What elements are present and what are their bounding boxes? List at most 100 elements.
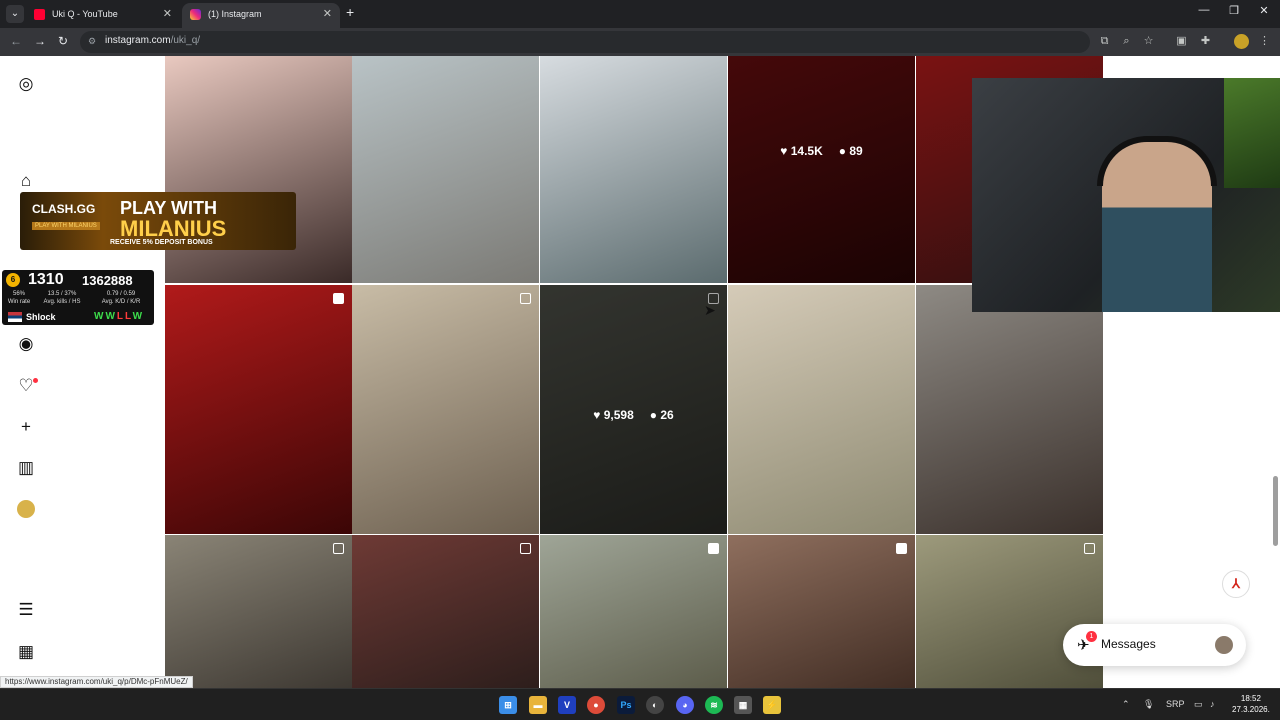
reel-icon — [333, 293, 344, 304]
post-tile[interactable]: ♥ 9,598 ● 26 — [540, 285, 727, 534]
result-letter: W — [132, 311, 145, 322]
spotify-icon[interactable]: ≋ — [705, 696, 723, 714]
profile-avatar-icon[interactable] — [17, 500, 35, 518]
also-from-meta-icon[interactable]: ▦ — [16, 642, 36, 662]
home-icon[interactable]: ⌂ — [16, 171, 36, 191]
back-icon[interactable]: ← — [10, 34, 22, 48]
url-text[interactable]: instagram.com/uki_q/ — [105, 35, 200, 46]
dashboard-icon[interactable]: ▥ — [16, 458, 36, 478]
points-value: 1362888 — [82, 273, 133, 288]
winrate-stat: 56% Win rate — [7, 291, 31, 305]
reload-icon[interactable]: ↻ — [58, 34, 68, 48]
message-avatar — [1215, 636, 1233, 654]
messages-badge: 1 — [1086, 631, 1097, 642]
result-letter: W — [94, 311, 106, 322]
language-indicator[interactable]: SRP — [1166, 699, 1185, 709]
close-window-icon[interactable]: ✕ — [1254, 4, 1274, 17]
messages-button[interactable]: ✈ 1 Messages — [1063, 624, 1246, 666]
discord-icon[interactable]: ◕ — [676, 696, 694, 714]
messages-label: Messages — [1101, 637, 1156, 651]
reel-icon — [708, 543, 719, 554]
headphones — [1097, 136, 1217, 186]
app-icon[interactable]: ⚡ — [763, 696, 781, 714]
post-tile[interactable] — [352, 535, 539, 688]
calculator-icon[interactable]: ▦ — [734, 696, 752, 714]
clock[interactable]: 18:52 27.3.2026. — [1232, 693, 1270, 715]
post-tile[interactable] — [728, 285, 915, 534]
result-letter: W — [105, 311, 117, 322]
post-tile[interactable] — [540, 56, 727, 283]
notification-dot — [33, 378, 38, 383]
file-explorer-icon[interactable]: ▬ — [529, 696, 547, 714]
chrome-icon[interactable]: ● — [587, 696, 605, 714]
new-tab-button[interactable]: + — [346, 4, 354, 20]
create-plus-icon[interactable]: + — [16, 417, 36, 437]
tab-youtube[interactable]: Uki Q - YouTube ✕ — [26, 3, 180, 28]
tab-instagram[interactable]: (1) Instagram ✕ — [182, 3, 340, 28]
site-info-icon[interactable]: ⚙ — [88, 36, 99, 47]
address-bar[interactable]: ⚙ instagram.com/uki_q/ — [80, 31, 1090, 53]
instagram-page: ◎ ⌂ ◉ ♡ + ▥ ☰ ▦ ♥ 14.5K ● 89 ♥ 9,598 ● 26 C… — [0, 56, 1280, 688]
more-menu-icon[interactable]: ☰ — [16, 600, 36, 620]
page-scrollbar[interactable] — [1273, 476, 1278, 546]
restore-icon[interactable]: ❐ — [1224, 4, 1244, 17]
install-app-icon[interactable]: ⧉ — [1098, 35, 1111, 48]
webcam-overlay — [972, 78, 1280, 312]
menu-kebab-icon[interactable]: ⋮ — [1258, 35, 1271, 48]
carousel-icon — [520, 543, 531, 554]
carousel-icon — [1084, 543, 1095, 554]
result-letter: L — [116, 311, 126, 322]
instagram-logo-icon[interactable]: ◎ — [16, 74, 36, 94]
wall-poster — [1224, 78, 1280, 188]
faceit-stats-overlay: 6 1310 1362888 56% Win rate 13.5 / 37% Avg… — [2, 270, 154, 325]
promo-subline: RECEIVE 5% DEPOSIT BONUS — [110, 239, 213, 246]
minimize-icon[interactable]: — — [1194, 4, 1214, 16]
network-icon[interactable]: ▭ — [1194, 699, 1203, 710]
vpn-icon[interactable]: V — [558, 696, 576, 714]
carousel-icon — [333, 543, 344, 554]
level-badge: 6 — [6, 273, 20, 287]
forward-icon[interactable]: → — [34, 34, 46, 48]
close-icon[interactable]: ✕ — [163, 3, 172, 25]
post-tile[interactable]: ♥ 14.5K ● 89 — [728, 56, 915, 283]
volume-icon[interactable]: ♪ — [1210, 699, 1215, 709]
posts-grid: ♥ 14.5K ● 89 ♥ 9,598 ● 26 — [165, 56, 1105, 688]
tray-overflow-icon[interactable]: ⌃ — [1122, 699, 1130, 710]
zoom-icon[interactable]: ⌕ — [1120, 35, 1133, 48]
time: 18:52 — [1240, 694, 1261, 703]
post-tile[interactable] — [352, 56, 539, 283]
post-tile[interactable] — [165, 285, 352, 534]
extensions-puzzle-icon[interactable]: ✚ — [1199, 35, 1212, 48]
mouse-cursor-icon: ➤ — [704, 302, 716, 318]
close-icon[interactable]: ✕ — [323, 3, 332, 25]
kd-stat: 0.79 / 0.59 Avg. K/D / K/R — [101, 291, 141, 305]
instagram-sidebar: ◎ ⌂ ◉ ♡ + ▥ ☰ ▦ — [0, 56, 54, 688]
instagram-icon — [190, 9, 201, 20]
explore-icon[interactable]: ◉ — [16, 334, 36, 354]
profile-avatar[interactable] — [1234, 34, 1249, 49]
microphone-icon[interactable]: 🎙 — [1143, 699, 1154, 710]
post-tile[interactable] — [728, 535, 915, 688]
post-tile[interactable] — [916, 285, 1103, 534]
serbia-flag-icon — [8, 312, 22, 322]
post-tile[interactable] — [916, 535, 1103, 688]
start-icon[interactable]: ⊞ — [499, 696, 517, 714]
likes-count: ♥ 9,598 — [593, 407, 634, 422]
comments-count: ● 26 — [649, 407, 674, 422]
carousel-icon — [520, 293, 531, 304]
post-tile[interactable] — [540, 535, 727, 688]
tab-title: Uki Q - YouTube — [52, 9, 118, 19]
photoshop-icon[interactable]: Ps — [617, 696, 635, 714]
browser-toolbar: ← → ↻ ⚙ instagram.com/uki_q/ ⧉ ⌕ ☆ ▣ ✚ ⋮ — [0, 28, 1280, 56]
pdf-extension-icon[interactable]: ⅄ — [1222, 570, 1250, 598]
youtube-icon — [34, 9, 45, 20]
elo-value: 1310 — [28, 271, 64, 288]
browser-tab-strip: ⌄ Uki Q - YouTube ✕ (1) Instagram ✕ + — … — [0, 0, 1280, 28]
tab-search-button[interactable]: ⌄ — [6, 5, 24, 23]
post-tile[interactable] — [352, 285, 539, 534]
steam-icon[interactable]: ◐ — [646, 696, 664, 714]
bookmark-star-icon[interactable]: ☆ — [1142, 35, 1155, 48]
post-stats: ♥ 14.5K ● 89 — [728, 144, 915, 158]
extension-icon[interactable]: ▣ — [1175, 35, 1188, 48]
post-tile[interactable] — [165, 535, 352, 688]
